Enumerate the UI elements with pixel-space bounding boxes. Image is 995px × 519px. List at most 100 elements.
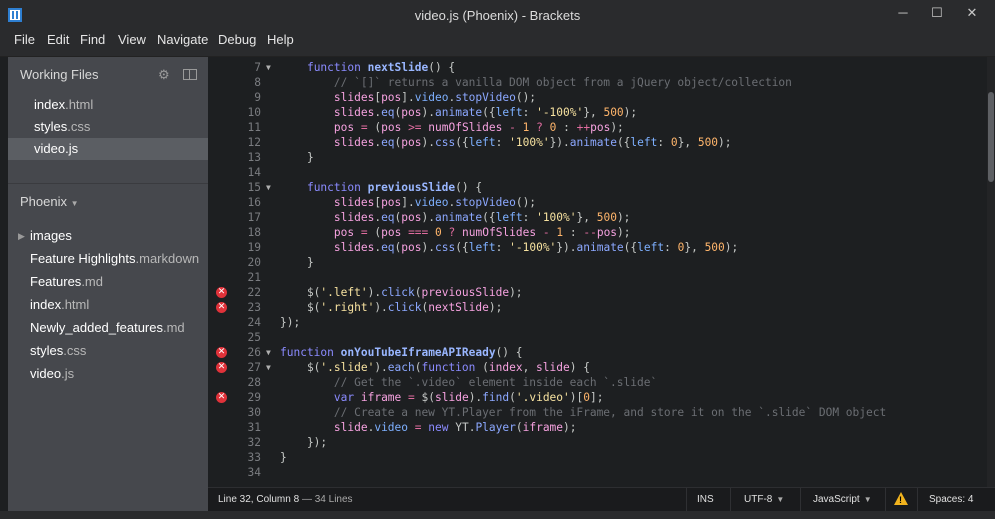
folder-item[interactable]: ▶ images	[18, 225, 72, 247]
code-token: () {	[455, 181, 483, 194]
maximize-button[interactable]: ☐	[922, 0, 952, 26]
code-editor[interactable]: 7 ▼ function nextSlide() {8 // `[]` retur…	[208, 57, 987, 487]
code-token: click	[387, 301, 422, 314]
split-view-icon[interactable]	[183, 69, 197, 80]
working-file-item[interactable]: styles.css	[8, 116, 208, 138]
code-line[interactable]: ✕ 26 ▼ function onYouTubeIframeAPIReady() {	[208, 345, 987, 360]
code-line[interactable]: 12 slides.eq(pos).css({left: '100%'}).an…	[208, 135, 987, 150]
code-line[interactable]: 33}	[208, 450, 987, 465]
folder-expand-icon[interactable]: ▶	[18, 225, 25, 247]
code-token: $(	[280, 286, 321, 299]
code-token: (	[509, 391, 516, 404]
code-line[interactable]: ✕ 27 ▼ $('.slide').each(function (index, s…	[208, 360, 987, 375]
project-file-item[interactable]: Feature Highlights.markdown	[30, 248, 199, 270]
code-token: pos	[401, 106, 422, 119]
editor-scrollbar[interactable]	[987, 57, 995, 487]
gear-icon[interactable]: ⚙	[158, 67, 170, 83]
error-icon[interactable]: ✕	[216, 302, 227, 313]
code-text: slides.eq(pos).css({left: '100%'}).anima…	[280, 135, 732, 150]
code-line[interactable]: ✕ 22 $('.left').click(previousSlide);	[208, 285, 987, 300]
project-dropdown[interactable]: Phoenix ▼	[20, 194, 79, 209]
fold-arrow-icon[interactable]: ▼	[266, 180, 271, 195]
indent-settings[interactable]: Spaces: 4	[929, 488, 973, 512]
code-line[interactable]: 25	[208, 330, 987, 345]
cursor-position[interactable]: Line 32, Column 8 — 34 Lines	[218, 488, 353, 512]
code-line[interactable]: 7 ▼ function nextSlide() {	[208, 60, 987, 75]
menu-debug[interactable]: Debug	[218, 31, 256, 57]
code-line[interactable]: 20 }	[208, 255, 987, 270]
line-number: 34	[247, 466, 261, 479]
code-token: }).	[549, 136, 570, 149]
code-line[interactable]: ✕ 29 var iframe = $(slide).find('.video')…	[208, 390, 987, 405]
menu-bar: File Edit Find View Navigate Debug Help	[0, 31, 995, 57]
close-button[interactable]: ✕	[957, 0, 987, 26]
code-line[interactable]: 30 // Create a new YT.Player from the iF…	[208, 405, 987, 420]
fold-arrow-icon[interactable]: ▼	[266, 360, 271, 375]
error-icon[interactable]: ✕	[216, 392, 227, 403]
scrollbar-thumb[interactable]	[988, 92, 994, 182]
code-line[interactable]: 8 // `[]` returns a vanilla DOM object f…	[208, 75, 987, 90]
insert-mode-toggle[interactable]: INS	[697, 488, 714, 512]
code-line[interactable]: 31 slide.video = new YT.Player(iframe);	[208, 420, 987, 435]
code-line[interactable]: ✕ 23 $('.right').click(nextSlide);	[208, 300, 987, 315]
file-extension: .md	[162, 320, 185, 335]
code-token: ({	[623, 241, 638, 254]
code-line[interactable]: 24});	[208, 315, 987, 330]
code-line[interactable]: 21	[208, 270, 987, 285]
menu-navigate[interactable]: Navigate	[157, 31, 208, 57]
code-token: animate	[576, 241, 624, 254]
code-line[interactable]: 18 pos = (pos === 0 ? numOfSlides - 1 : …	[208, 225, 987, 240]
menu-find[interactable]: Find	[80, 31, 105, 57]
project-file-item[interactable]: styles.css	[30, 340, 86, 362]
code-line[interactable]: 15 ▼ function previousSlide() {	[208, 180, 987, 195]
code-line[interactable]: 9 slides[pos].video.stopVideo();	[208, 90, 987, 105]
code-token: '.right'	[320, 301, 375, 314]
code-token: left	[495, 106, 523, 119]
error-icon[interactable]: ✕	[216, 287, 227, 298]
code-token: 500	[697, 136, 719, 149]
line-number: 26	[247, 346, 261, 359]
code-token: -	[542, 226, 550, 239]
project-file-item[interactable]: video.js	[30, 363, 74, 385]
code-token: index	[488, 361, 523, 374]
menu-edit[interactable]: Edit	[47, 31, 69, 57]
encoding-dropdown[interactable]: UTF-8 ▼	[744, 488, 784, 512]
error-icon[interactable]: ✕	[216, 347, 227, 358]
working-file-item[interactable]: video.js	[8, 138, 208, 160]
minimize-button[interactable]: ─	[888, 0, 918, 26]
project-file-item[interactable]: Newly_added_features.md	[30, 317, 185, 339]
error-icon[interactable]: ✕	[216, 362, 227, 373]
project-file-item[interactable]: index.html	[30, 294, 89, 316]
code-token: 500	[596, 211, 617, 224]
code-line[interactable]: 28 // Get the `.video` element inside ea…	[208, 375, 987, 390]
code-token: previousSlide	[367, 181, 456, 194]
status-divider	[800, 488, 801, 512]
working-file-item[interactable]: index.html	[8, 94, 208, 116]
code-token: pos	[401, 211, 422, 224]
fold-arrow-icon[interactable]: ▼	[266, 345, 271, 360]
file-name: video	[34, 141, 66, 156]
code-line[interactable]: 10 slides.eq(pos).animate({left: '-100%'…	[208, 105, 987, 120]
code-token: '-100%'	[536, 106, 584, 119]
menu-view[interactable]: View	[118, 31, 146, 57]
menu-file[interactable]: File	[14, 31, 35, 57]
fold-arrow-icon[interactable]: ▼	[266, 60, 271, 75]
code-line[interactable]: 32 });	[208, 435, 987, 450]
code-line[interactable]: 16 slides[pos].video.stopVideo();	[208, 195, 987, 210]
code-token: stopVideo	[455, 91, 516, 104]
language-dropdown[interactable]: JavaScript ▼	[813, 488, 872, 512]
line-number: 8	[254, 76, 261, 89]
code-line[interactable]: 13 }	[208, 150, 987, 165]
code-line[interactable]: 34	[208, 465, 987, 480]
menu-help[interactable]: Help	[267, 31, 294, 57]
project-file-item[interactable]: Features.md	[30, 271, 103, 293]
code-line[interactable]: 17 slides.eq(pos).animate({left: '100%'}…	[208, 210, 987, 225]
code-line[interactable]: 19 slides.eq(pos).css({left: '-100%'}).a…	[208, 240, 987, 255]
code-token: :	[522, 106, 537, 119]
code-token: click	[381, 286, 415, 299]
code-line[interactable]: 11 pos = (pos >= numOfSlides - 1 ? 0 : +…	[208, 120, 987, 135]
code-line[interactable]: 14	[208, 165, 987, 180]
code-token: );	[509, 286, 523, 299]
